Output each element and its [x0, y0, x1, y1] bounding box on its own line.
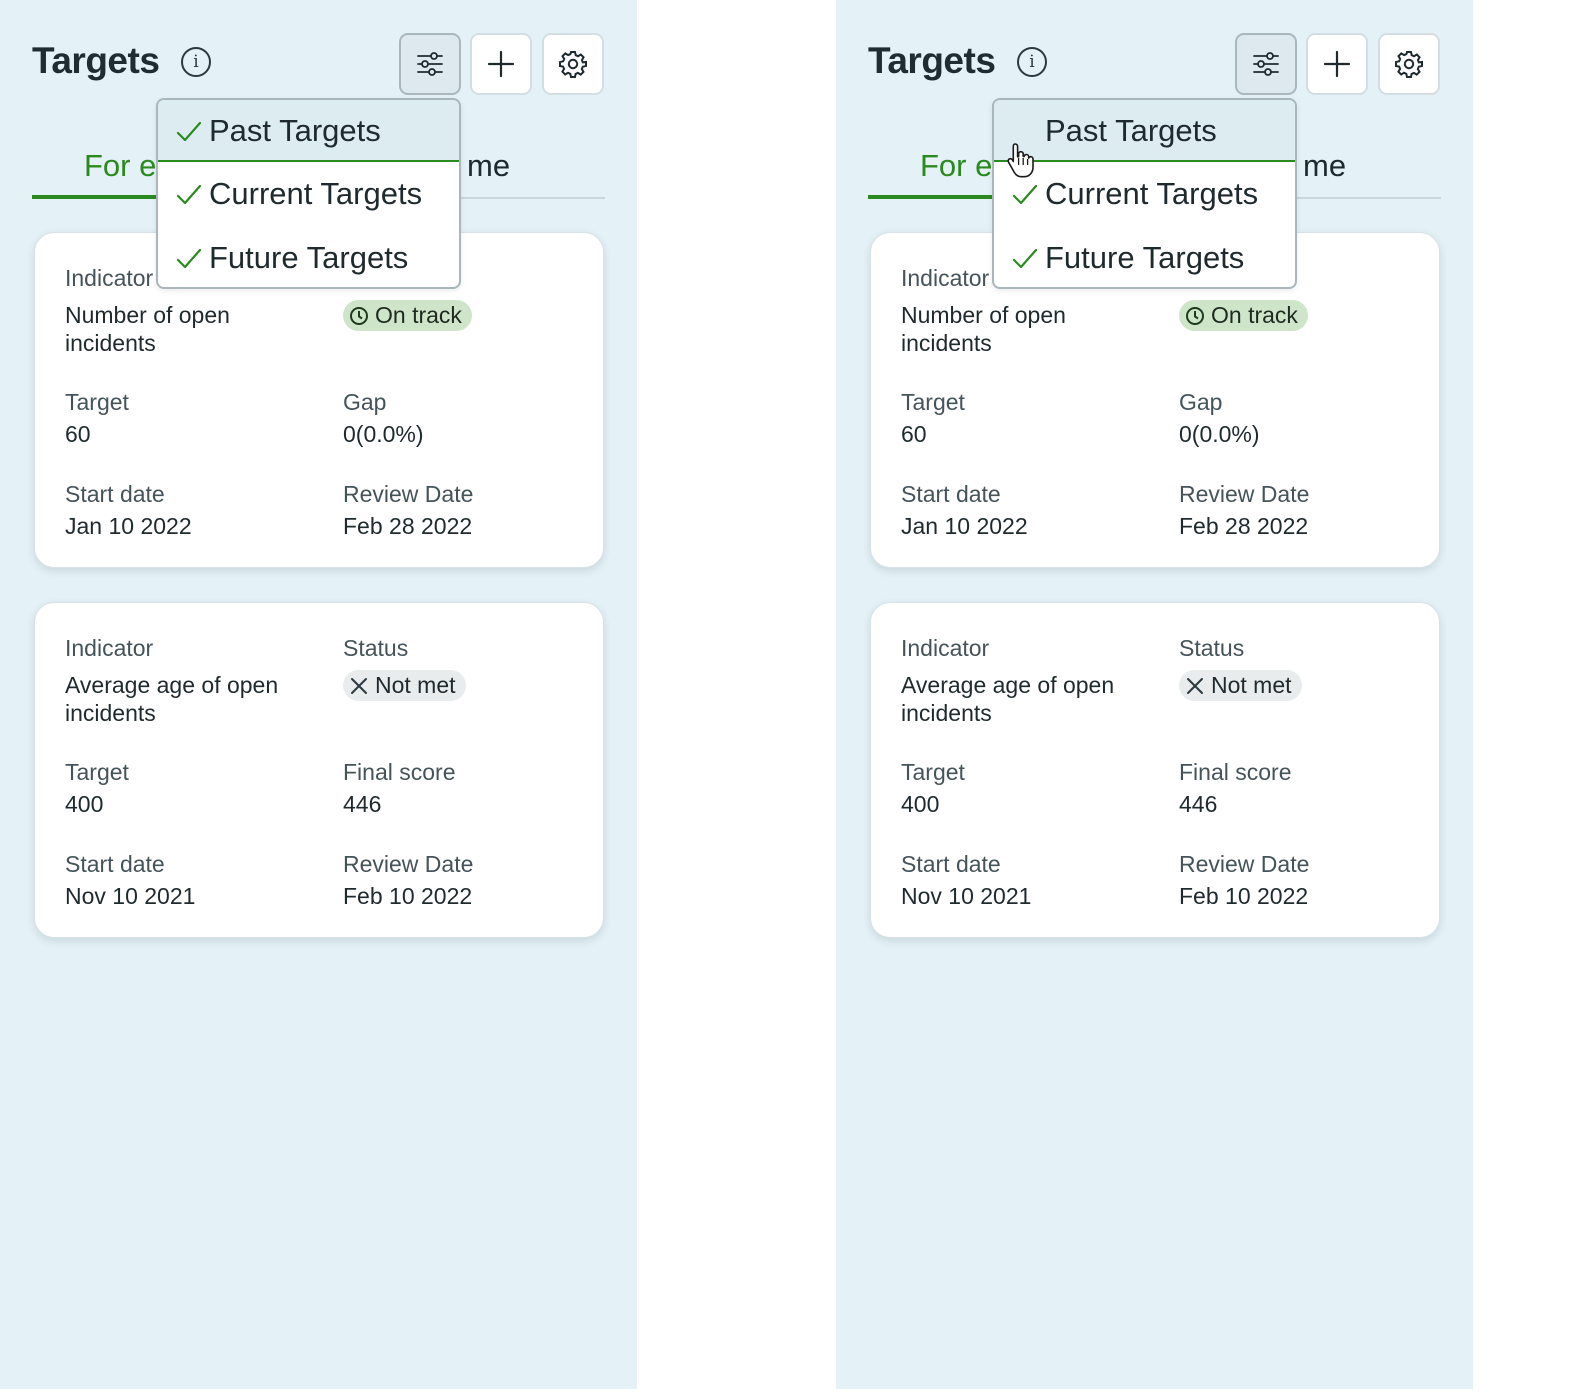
status-badge: Not met	[1179, 670, 1302, 701]
checkmark-icon	[1012, 184, 1038, 205]
target-value: 400	[65, 791, 104, 817]
target-card[interactable]: Indicator Average age of open incidents …	[34, 602, 604, 938]
menu-item-label: Past Targets	[1045, 113, 1217, 148]
menu-item-past-targets[interactable]: Past Targets	[994, 100, 1295, 162]
indicator-value: Number of open incidents	[65, 302, 230, 356]
add-target-button[interactable]	[470, 33, 532, 95]
final-score-label: Final score	[343, 759, 456, 785]
menu-item-label: Future Targets	[209, 240, 409, 275]
page-title: Targets	[868, 40, 996, 81]
indicator-label: Indicator	[901, 265, 990, 291]
start-date-value: Nov 10 2021	[901, 883, 1032, 909]
status-text: On track	[375, 302, 462, 328]
status-text: Not met	[1211, 672, 1292, 698]
review-date-value: Feb 28 2022	[1179, 513, 1309, 539]
indicator-value: Number of open incidents	[901, 302, 1066, 356]
menu-item-future-targets[interactable]: Future Targets	[158, 227, 459, 287]
review-date-value: Feb 10 2022	[343, 883, 473, 909]
review-date-label: Review Date	[343, 851, 474, 877]
plus-icon	[1323, 50, 1351, 78]
clock-icon	[350, 306, 368, 325]
sliders-icon	[1253, 52, 1279, 76]
status-badge: On track	[343, 300, 472, 331]
gap-value: 0(0.0%)	[343, 421, 424, 447]
hand-pointer-icon	[1007, 143, 1034, 178]
filter-button[interactable]	[399, 33, 461, 95]
status-label: Status	[1179, 635, 1245, 661]
menu-item-past-targets[interactable]: Past Targets	[158, 100, 459, 162]
checkmark-icon	[176, 121, 202, 142]
target-filter-menu: Past Targets Current Targets Future Targ…	[156, 98, 461, 289]
target-label: Target	[901, 389, 965, 415]
start-date-label: Start date	[65, 851, 165, 877]
info-icon[interactable]: i	[181, 47, 211, 77]
target-value: 60	[901, 421, 927, 447]
menu-item-label: Current Targets	[209, 176, 423, 211]
review-date-label: Review Date	[1179, 481, 1310, 507]
target-value: 400	[901, 791, 940, 817]
targets-panel-unchecking: Targets i For e me Indicator Number of o…	[836, 0, 1473, 1389]
final-score-value: 446	[343, 791, 382, 817]
target-label: Target	[901, 759, 965, 785]
target-label: Target	[65, 389, 129, 415]
target-card[interactable]: Indicator Average age of open incidents …	[870, 602, 1440, 938]
review-date-value: Feb 10 2022	[1179, 883, 1309, 909]
target-label: Target	[65, 759, 129, 785]
x-icon	[351, 677, 367, 694]
gear-icon	[1395, 51, 1423, 78]
clock-icon	[1186, 306, 1204, 325]
sliders-icon	[417, 52, 443, 76]
plus-icon	[487, 50, 515, 78]
tab-for-everyone[interactable]: For e	[920, 148, 992, 184]
start-date-label: Start date	[901, 481, 1001, 507]
start-date-value: Nov 10 2021	[65, 883, 196, 909]
menu-item-current-targets[interactable]: Current Targets	[158, 163, 459, 225]
checkmark-icon	[1012, 248, 1038, 269]
start-date-value: Jan 10 2022	[65, 513, 192, 539]
page-title: Targets	[32, 40, 160, 81]
gear-icon	[559, 51, 587, 78]
gap-value: 0(0.0%)	[1179, 421, 1260, 447]
start-date-label: Start date	[65, 481, 165, 507]
tab-for-me[interactable]: me	[467, 148, 510, 184]
targets-panel-checked: Targets i For e me Indicator Number of o…	[0, 0, 637, 1389]
review-date-label: Review Date	[1179, 851, 1310, 877]
indicator-label: Indicator	[65, 635, 154, 661]
final-score-value: 446	[1179, 791, 1218, 817]
indicator-value: Average age of open incidents	[901, 672, 1115, 726]
gap-label: Gap	[343, 389, 387, 415]
status-text: Not met	[375, 672, 456, 698]
status-label: Status	[343, 635, 409, 661]
indicator-value: Average age of open incidents	[65, 672, 279, 726]
checkmark-icon	[176, 248, 202, 269]
menu-item-current-targets[interactable]: Current Targets	[994, 163, 1295, 225]
start-date-value: Jan 10 2022	[901, 513, 1028, 539]
status-badge: On track	[1179, 300, 1308, 331]
target-filter-menu: Past Targets Current Targets Future Targ…	[992, 98, 1297, 289]
menu-item-label: Future Targets	[1045, 240, 1245, 275]
checkmark-icon	[176, 184, 202, 205]
indicator-label: Indicator	[65, 265, 154, 291]
x-icon	[1187, 677, 1203, 694]
status-badge: Not met	[343, 670, 466, 701]
tab-for-me[interactable]: me	[1303, 148, 1346, 184]
menu-item-future-targets[interactable]: Future Targets	[994, 227, 1295, 287]
target-value: 60	[65, 421, 91, 447]
tab-for-everyone[interactable]: For e	[84, 148, 156, 184]
menu-item-label: Current Targets	[1045, 176, 1259, 211]
indicator-label: Indicator	[901, 635, 990, 661]
add-target-button[interactable]	[1306, 33, 1368, 95]
review-date-label: Review Date	[343, 481, 474, 507]
filter-button[interactable]	[1235, 33, 1297, 95]
gap-label: Gap	[1179, 389, 1223, 415]
menu-item-label: Past Targets	[209, 113, 381, 148]
start-date-label: Start date	[901, 851, 1001, 877]
review-date-value: Feb 28 2022	[343, 513, 473, 539]
settings-button[interactable]	[1378, 33, 1440, 95]
final-score-label: Final score	[1179, 759, 1292, 785]
status-text: On track	[1211, 302, 1298, 328]
info-icon[interactable]: i	[1017, 47, 1047, 77]
settings-button[interactable]	[542, 33, 604, 95]
